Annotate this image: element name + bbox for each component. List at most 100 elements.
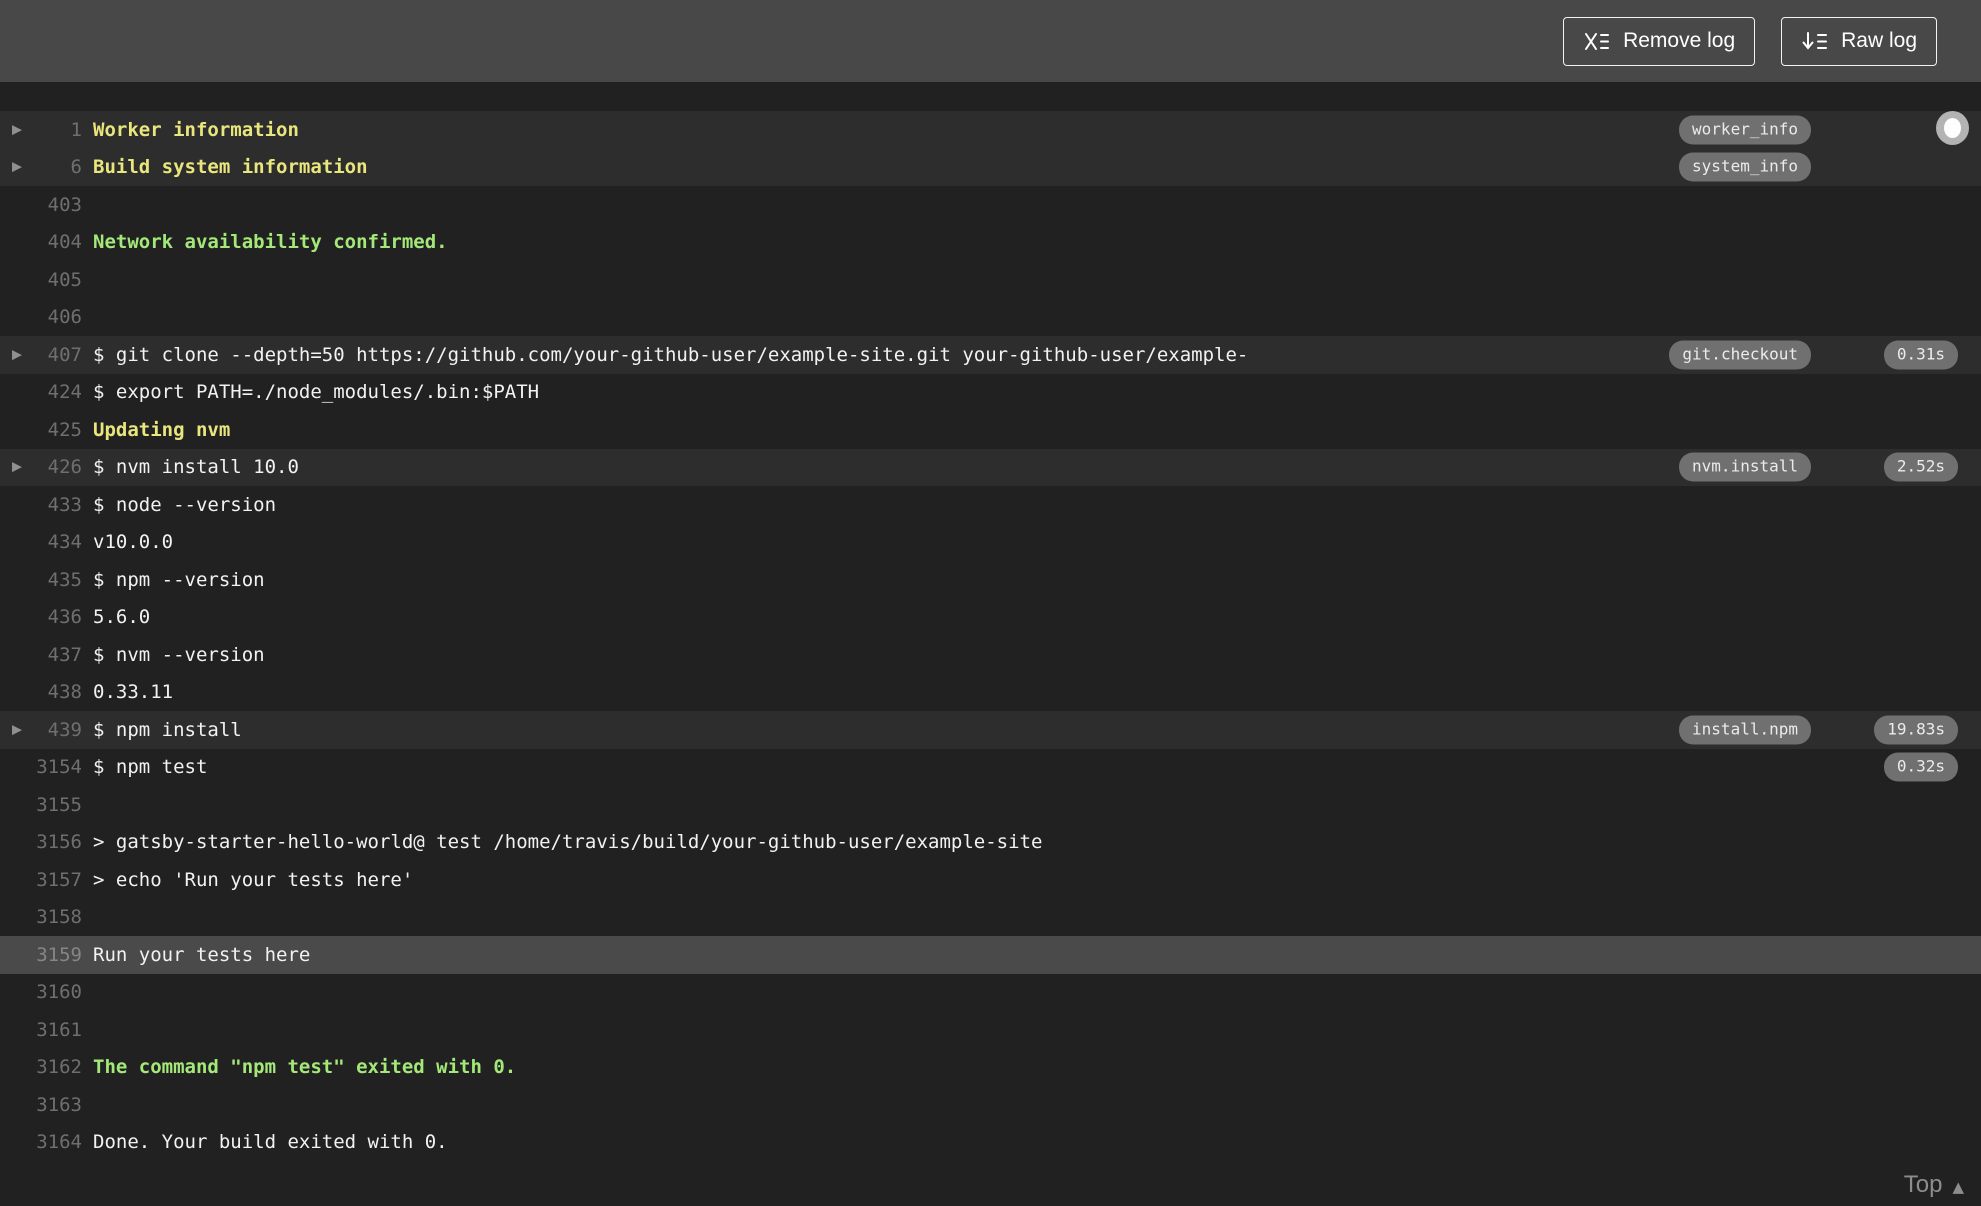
line-number[interactable]: 3162 xyxy=(36,1056,82,1078)
line-number[interactable]: 425 xyxy=(48,419,82,441)
line-number[interactable]: 3155 xyxy=(36,794,82,816)
log-text: 0.33.11 xyxy=(93,681,174,704)
line-number[interactable]: 3159 xyxy=(36,944,82,966)
raw-log-icon xyxy=(1801,30,1828,53)
line-gutter: ▶ 6 xyxy=(0,156,82,178)
line-gutter: 3158 xyxy=(0,906,82,928)
line-number[interactable]: 426 xyxy=(48,456,82,478)
log-line: 406 xyxy=(0,299,1981,337)
fold-arrow-icon[interactable]: ▶ xyxy=(12,347,22,362)
log-line: ▶ 407 $ git clone --depth=50 https://githu… xyxy=(0,336,1981,374)
scroll-indicator[interactable] xyxy=(1936,111,1969,145)
duration-badge: 0.31s xyxy=(1883,340,1958,370)
line-number[interactable]: 439 xyxy=(48,719,82,741)
section-badge: install.npm xyxy=(1679,715,1811,745)
line-number[interactable]: 3163 xyxy=(36,1094,82,1116)
line-number[interactable]: 3156 xyxy=(36,831,82,853)
up-arrow-icon: ▲ xyxy=(1952,1177,1964,1196)
log-line: ▶ 439 $ npm install install.npm 19.83s xyxy=(0,711,1981,749)
log-text: $ export PATH=./node_modules/.bin:$PATH xyxy=(93,381,540,404)
log-line: 3159 Run your tests here xyxy=(0,936,1981,974)
remove-log-label: Remove log xyxy=(1623,29,1736,52)
log-line: 403 xyxy=(0,186,1981,224)
log-text: The command "npm test" exited with 0. xyxy=(93,1056,517,1079)
line-number[interactable]: 3157 xyxy=(36,869,82,891)
log-line: 3158 xyxy=(0,899,1981,937)
back-to-top-label: Top xyxy=(1903,1171,1943,1198)
line-gutter: 3155 xyxy=(0,794,82,816)
log-text: Build system information xyxy=(93,156,368,179)
log-line: 3155 xyxy=(0,786,1981,824)
line-number[interactable]: 403 xyxy=(48,194,82,216)
section-badge: system_info xyxy=(1679,152,1811,182)
line-gutter: 436 xyxy=(0,606,82,628)
line-gutter: 3154 xyxy=(0,756,82,778)
log-line: 437 $ nvm --version xyxy=(0,636,1981,674)
line-gutter: 433 xyxy=(0,494,82,516)
raw-log-button[interactable]: Raw log xyxy=(1781,16,1937,66)
line-number[interactable]: 434 xyxy=(48,531,82,553)
line-gutter: 438 xyxy=(0,681,82,703)
log-text: Network availability confirmed. xyxy=(93,231,448,254)
log-text: v10.0.0 xyxy=(93,531,174,554)
line-gutter: ▶ 439 xyxy=(0,719,82,741)
remove-log-button[interactable]: Remove log xyxy=(1563,16,1756,66)
fold-arrow-icon[interactable]: ▶ xyxy=(12,122,22,137)
line-number[interactable]: 3160 xyxy=(36,981,82,1003)
line-gutter: 435 xyxy=(0,569,82,591)
duration-badge: 19.83s xyxy=(1874,715,1958,745)
line-number[interactable]: 404 xyxy=(48,231,82,253)
log-line: 3156 > gatsby-starter-hello-world@ test /… xyxy=(0,824,1981,862)
line-number[interactable]: 3158 xyxy=(36,906,82,928)
log-line: 3162 The command "npm test" exited with 0… xyxy=(0,1049,1981,1087)
log-line: ▶ 6 Build system information system_info xyxy=(0,148,1981,186)
line-number[interactable]: 438 xyxy=(48,681,82,703)
raw-log-label: Raw log xyxy=(1841,29,1917,52)
line-gutter: 406 xyxy=(0,306,82,328)
back-to-top-link[interactable]: Top ▲ xyxy=(1904,1171,1964,1199)
fold-arrow-icon[interactable]: ▶ xyxy=(12,722,22,737)
line-number[interactable]: 3161 xyxy=(36,1019,82,1041)
line-gutter: 403 xyxy=(0,194,82,216)
log-text: $ npm install xyxy=(93,718,242,741)
line-gutter: 404 xyxy=(0,231,82,253)
line-number[interactable]: 407 xyxy=(48,344,82,366)
line-number[interactable]: 433 xyxy=(48,494,82,516)
toolbar: Remove log Raw log xyxy=(0,0,1981,82)
log-line: 3164 Done. Your build exited with 0. xyxy=(0,1124,1981,1162)
log-text: 5.6.0 xyxy=(93,606,151,629)
line-gutter: 3159 xyxy=(0,944,82,966)
fold-arrow-icon[interactable]: ▶ xyxy=(12,160,22,175)
line-number[interactable]: 435 xyxy=(48,569,82,591)
line-gutter: ▶ 1 xyxy=(0,119,82,141)
line-number[interactable]: 3164 xyxy=(36,1131,82,1153)
log-text: $ nvm --version xyxy=(93,643,265,666)
log-line: 3163 xyxy=(0,1086,1981,1124)
section-badge: git.checkout xyxy=(1669,340,1811,370)
log-line: 435 $ npm --version xyxy=(0,561,1981,599)
log-line: 3154 $ npm test 0.32s xyxy=(0,749,1981,787)
line-number[interactable]: 3154 xyxy=(36,756,82,778)
line-gutter: 3163 xyxy=(0,1094,82,1116)
scroll-indicator-dot-icon xyxy=(1944,118,1961,138)
line-number[interactable]: 1 xyxy=(71,119,82,141)
line-gutter: 3162 xyxy=(0,1056,82,1078)
line-number[interactable]: 424 xyxy=(48,381,82,403)
line-gutter: 405 xyxy=(0,269,82,291)
line-number[interactable]: 406 xyxy=(48,306,82,328)
line-gutter: 424 xyxy=(0,381,82,403)
section-badge: nvm.install xyxy=(1679,452,1811,482)
line-gutter: 3164 xyxy=(0,1131,82,1153)
line-number[interactable]: 6 xyxy=(71,156,82,178)
log-text: $ nvm install 10.0 xyxy=(93,456,299,479)
line-number[interactable]: 436 xyxy=(48,606,82,628)
log-text: > echo 'Run your tests here' xyxy=(93,868,414,891)
line-number[interactable]: 437 xyxy=(48,644,82,666)
log-text: Worker information xyxy=(93,118,299,141)
log-line: 405 xyxy=(0,261,1981,299)
log-text: > gatsby-starter-hello-world@ test /home… xyxy=(93,831,1043,854)
log-line: 404 Network availability confirmed. xyxy=(0,224,1981,262)
line-number[interactable]: 405 xyxy=(48,269,82,291)
fold-arrow-icon[interactable]: ▶ xyxy=(12,460,22,475)
log-line: 425 Updating nvm xyxy=(0,411,1981,449)
